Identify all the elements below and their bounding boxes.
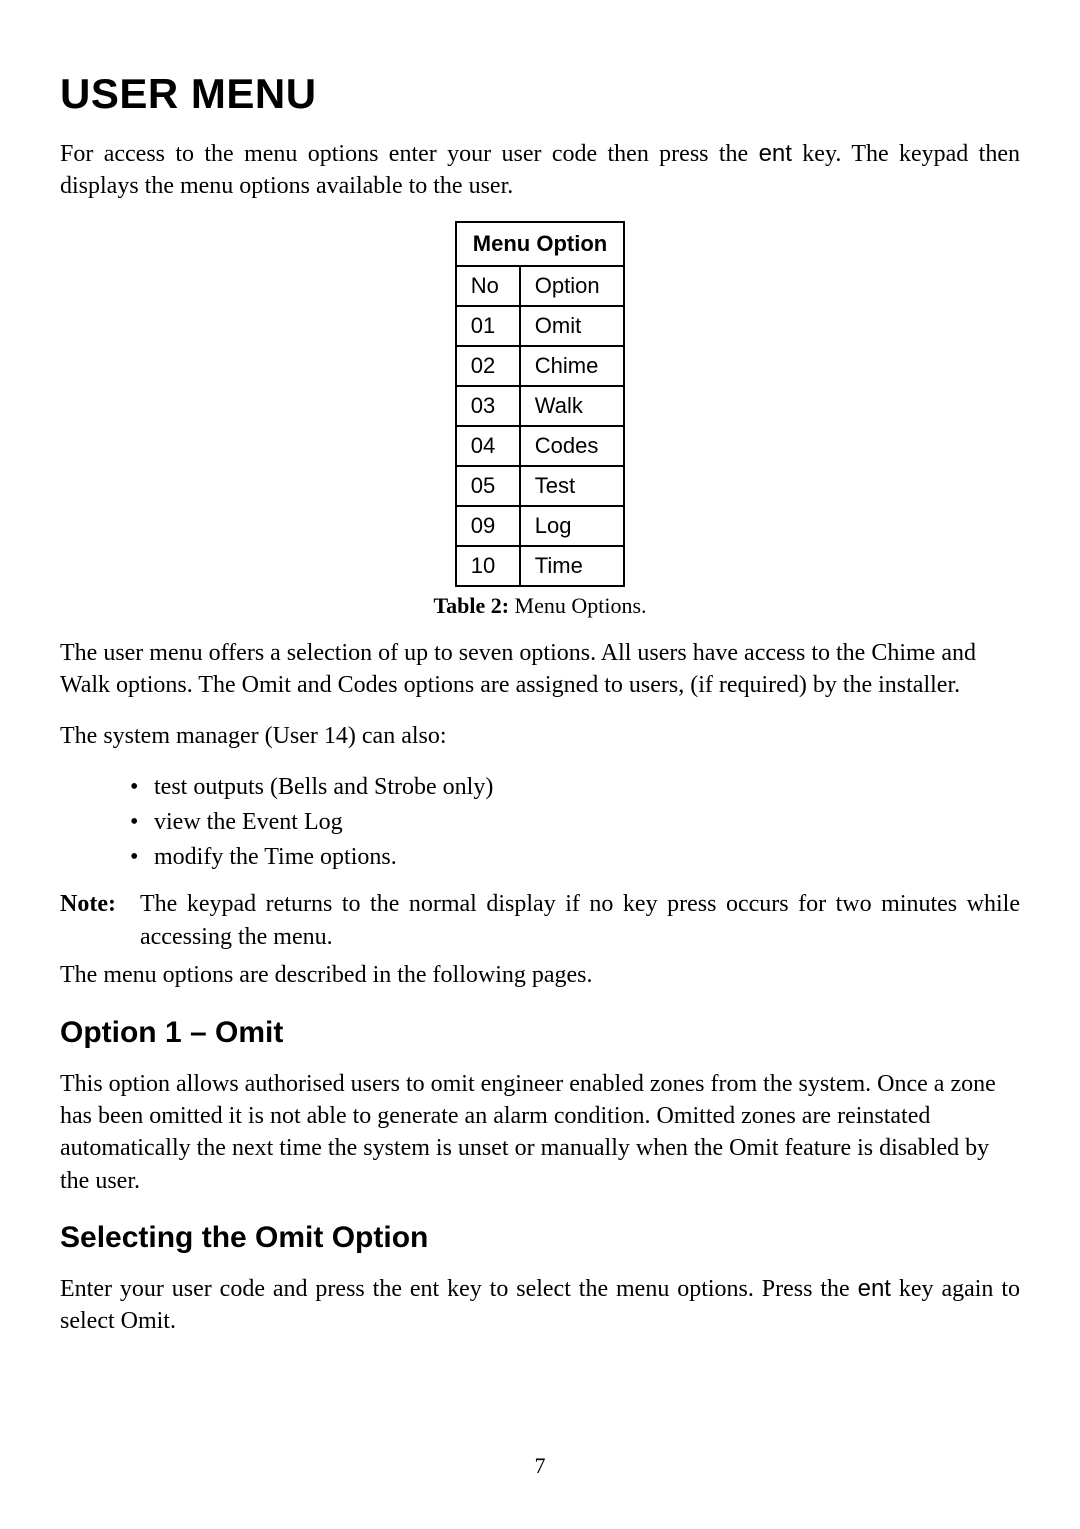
table-cell-option-head: Option: [520, 266, 624, 306]
table-cell-option: Omit: [520, 306, 624, 346]
table-caption: Table 2: Menu Options.: [60, 593, 1020, 619]
table-row: 10Time: [456, 546, 624, 586]
manager-bullets: test outputs (Bells and Strobe only) vie…: [130, 770, 1020, 874]
table-cell-no: 05: [456, 466, 520, 506]
list-item: view the Event Log: [130, 805, 1020, 840]
table-cell-no-head: No: [456, 266, 520, 306]
para-selecting: Enter your user code and press the ent k…: [60, 1273, 1020, 1338]
table-row: No Option: [456, 266, 624, 306]
table-cell-no: 04: [456, 426, 520, 466]
table-row: 04Codes: [456, 426, 624, 466]
table-header: Menu Option: [456, 222, 624, 266]
table-cell-option: Chime: [520, 346, 624, 386]
table-cell-no: 10: [456, 546, 520, 586]
selecting-before: Enter your user code and press the ent k…: [60, 1276, 858, 1302]
note-body: The keypad returns to the normal display…: [140, 888, 1020, 953]
note-label: Note:: [60, 888, 140, 953]
table-cell-no: 09: [456, 506, 520, 546]
menu-table-wrapper: Menu Option No Option 01Omit 02Chime 03W…: [60, 221, 1020, 619]
table-cell-no: 01: [456, 306, 520, 346]
table-row: 03Walk: [456, 386, 624, 426]
intro-paragraph: For access to the menu options enter you…: [60, 138, 1020, 203]
para-following: The menu options are described in the fo…: [60, 959, 1020, 991]
page-number: 7: [0, 1453, 1080, 1479]
menu-options-table: Menu Option No Option 01Omit 02Chime 03W…: [455, 221, 625, 587]
page-title: USER MENU: [60, 70, 1020, 118]
list-item: test outputs (Bells and Strobe only): [130, 770, 1020, 805]
table-cell-option: Time: [520, 546, 624, 586]
table-caption-label: Table 2:: [433, 593, 509, 618]
heading-selecting-omit: Selecting the Omit Option: [60, 1221, 1020, 1255]
ent-key-text: ent: [759, 140, 792, 167]
table-row: 01Omit: [456, 306, 624, 346]
table-cell-no: 02: [456, 346, 520, 386]
table-cell-option: Codes: [520, 426, 624, 466]
note-row: Note: The keypad returns to the normal d…: [60, 888, 1020, 953]
table-cell-option: Log: [520, 506, 624, 546]
para-manager: The system manager (User 14) can also:: [60, 720, 1020, 752]
para-after-table: The user menu offers a selection of up t…: [60, 637, 1020, 702]
table-row: 05Test: [456, 466, 624, 506]
table-cell-option: Test: [520, 466, 624, 506]
table-row: 09Log: [456, 506, 624, 546]
table-row: 02Chime: [456, 346, 624, 386]
heading-omit: Option 1 – Omit: [60, 1016, 1020, 1050]
list-item: modify the Time options.: [130, 840, 1020, 875]
table-cell-no: 03: [456, 386, 520, 426]
ent-key-text: ent: [858, 1275, 891, 1302]
table-caption-text: Menu Options.: [509, 593, 647, 618]
intro-text-before: For access to the menu options enter you…: [60, 141, 759, 167]
para-omit: This option allows authorised users to o…: [60, 1068, 1020, 1198]
table-cell-option: Walk: [520, 386, 624, 426]
